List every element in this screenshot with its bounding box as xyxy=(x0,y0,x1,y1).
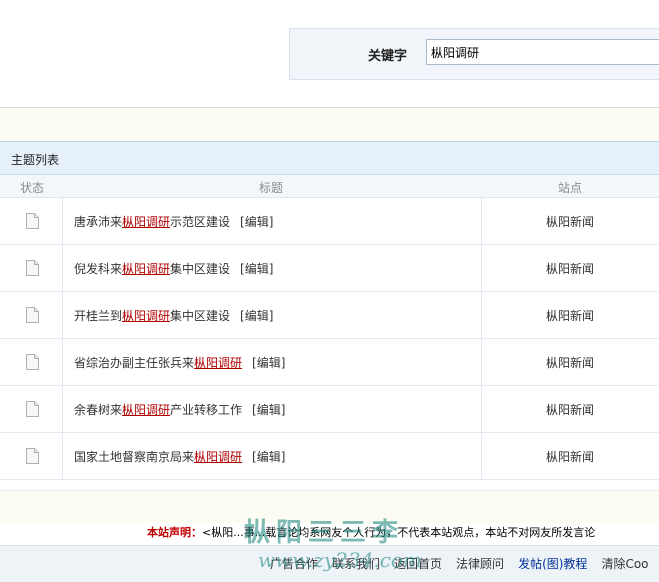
topic-list-panel: 主题列表 状态 标题 站点 唐承沛来枞阳调研示范区建设 [编辑] 枞阳新闻 倪发科来枞… xyxy=(0,141,659,490)
row-title-link[interactable]: 省综治办副主任张兵来枞阳调研 xyxy=(74,356,242,370)
row-title: 开桂兰到枞阳调研集中区建设 [编辑] xyxy=(74,307,273,324)
row-site[interactable]: 枞阳新闻 xyxy=(546,354,594,371)
document-icon xyxy=(26,354,39,370)
table-row: 余春树来枞阳调研产业转移工作 [编辑] 枞阳新闻 xyxy=(0,386,659,433)
title-keyword: 枞阳调研 xyxy=(194,356,243,370)
title-suffix: 集中区建设 xyxy=(170,309,231,323)
title-suffix: 集中区建设 xyxy=(170,262,231,276)
search-panel: 关键字 枞阳调研 xyxy=(0,0,659,108)
table-row: 省综治办副主任张兵来枞阳调研 [编辑] 枞阳新闻 xyxy=(0,339,659,386)
title-prefix: 倪发科来 xyxy=(74,262,123,276)
watermark-url: www.zy234.com xyxy=(258,548,422,572)
title-prefix: 开桂兰到 xyxy=(74,309,123,323)
footer-link[interactable]: 清除Coo xyxy=(601,557,648,571)
row-title: 国家土地督察南京局来枞阳调研 [编辑] xyxy=(74,448,285,465)
edit-link[interactable]: [编辑] xyxy=(240,215,273,229)
row-title-link[interactable]: 开桂兰到枞阳调研集中区建设 xyxy=(74,309,230,323)
row-site[interactable]: 枞阳新闻 xyxy=(546,401,594,418)
row-title: 余春树来枞阳调研产业转移工作 [编辑] xyxy=(74,401,285,418)
watermark-logo: 枞阳三三李 xyxy=(244,518,405,548)
title-prefix: 唐承沛来 xyxy=(74,215,123,229)
row-site[interactable]: 枞阳新闻 xyxy=(546,260,594,277)
column-status: 状态 xyxy=(20,181,45,195)
table-row: 开桂兰到枞阳调研集中区建设 [编辑] 枞阳新闻 xyxy=(0,292,659,339)
document-icon xyxy=(26,448,39,464)
row-site[interactable]: 枞阳新闻 xyxy=(546,448,594,465)
title-keyword: 枞阳调研 xyxy=(122,215,171,229)
title-prefix: 省综治办副主任张兵来 xyxy=(74,356,195,370)
title-keyword: 枞阳调研 xyxy=(122,262,171,276)
row-title: 省综治办副主任张兵来枞阳调研 [编辑] xyxy=(74,354,285,371)
edit-link[interactable]: [编辑] xyxy=(240,262,273,276)
document-icon xyxy=(26,307,39,323)
title-suffix: 示范区建设 xyxy=(170,215,231,229)
title-suffix: 产业转移工作 xyxy=(170,403,243,417)
edit-link[interactable]: [编辑] xyxy=(252,403,285,417)
row-title-link[interactable]: 余春树来枞阳调研产业转移工作 xyxy=(74,403,242,417)
row-title-link[interactable]: 唐承沛来枞阳调研示范区建设 xyxy=(74,215,230,229)
title-keyword: 枞阳调研 xyxy=(122,403,171,417)
footer-link[interactable]: 发帖(图)教程 xyxy=(518,557,587,571)
row-site[interactable]: 枞阳新闻 xyxy=(546,307,594,324)
document-icon xyxy=(26,401,39,417)
table-row: 唐承沛来枞阳调研示范区建设 [编辑] 枞阳新闻 xyxy=(0,198,659,245)
edit-link[interactable]: [编辑] xyxy=(252,450,285,464)
document-icon xyxy=(26,213,39,229)
table-row: 倪发科来枞阳调研集中区建设 [编辑] 枞阳新闻 xyxy=(0,245,659,292)
footer-link[interactable]: 法律顾问 xyxy=(456,557,504,571)
row-title-link[interactable]: 倪发科来枞阳调研集中区建设 xyxy=(74,262,230,276)
topic-rows: 唐承沛来枞阳调研示范区建设 [编辑] 枞阳新闻 倪发科来枞阳调研集中区建设 [编辑] 枞阳… xyxy=(0,198,659,480)
topic-list-title: 主题列表 xyxy=(11,153,60,167)
edit-link[interactable]: [编辑] xyxy=(252,356,285,370)
title-keyword: 枞阳调研 xyxy=(194,450,243,464)
edit-link[interactable]: [编辑] xyxy=(240,309,273,323)
row-title: 唐承沛来枞阳调研示范区建设 [编辑] xyxy=(74,213,273,230)
title-prefix: 余春树来 xyxy=(74,403,123,417)
keyword-input[interactable]: 枞阳调研 xyxy=(426,39,659,65)
document-icon xyxy=(26,260,39,276)
column-title: 标题 xyxy=(259,181,284,195)
row-title-link[interactable]: 国家土地督察南京局来枞阳调研 xyxy=(74,450,242,464)
title-prefix: 国家土地督察南京局来 xyxy=(74,450,195,464)
spacer-band xyxy=(0,108,659,140)
title-keyword: 枞阳调研 xyxy=(122,309,171,323)
column-site: 站点 xyxy=(558,181,583,195)
row-title: 倪发科来枞阳调研集中区建设 [编辑] xyxy=(74,260,273,277)
table-row: 国家土地督察南京局来枞阳调研 [编辑] 枞阳新闻 xyxy=(0,433,659,480)
column-headers: 状态 标题 站点 xyxy=(0,175,659,198)
keyword-label: 关键字 xyxy=(368,49,408,64)
notice-label: 本站声明： xyxy=(147,526,202,539)
topic-list-header: 主题列表 xyxy=(0,142,659,175)
search-box: 关键字 枞阳调研 xyxy=(289,28,659,80)
row-site[interactable]: 枞阳新闻 xyxy=(546,213,594,230)
